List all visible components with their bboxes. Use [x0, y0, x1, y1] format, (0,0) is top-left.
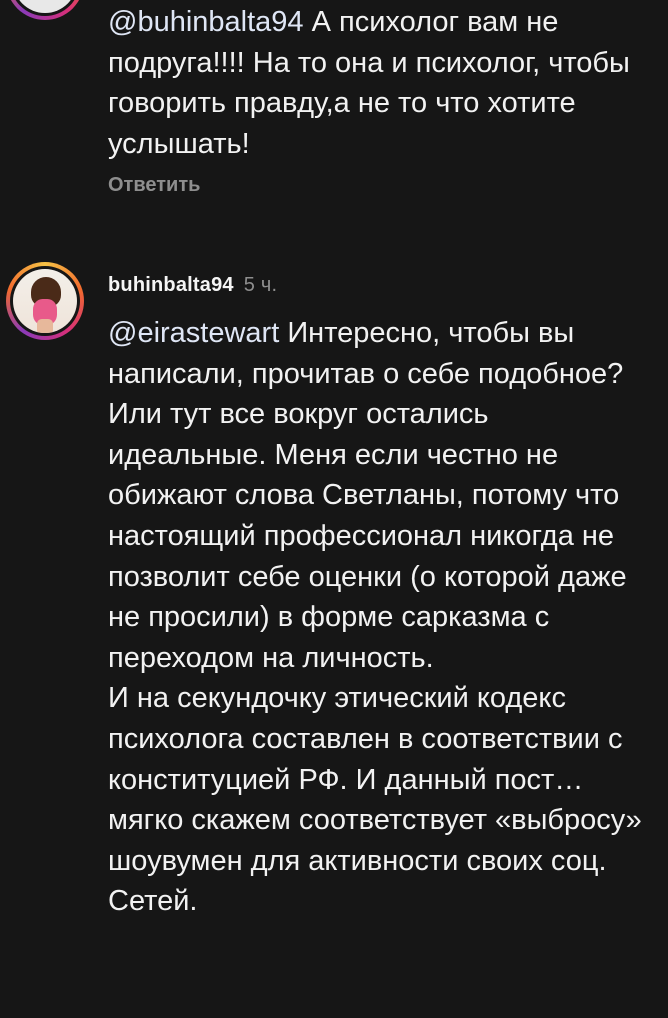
avatar-border	[10, 0, 80, 16]
avatar-border	[10, 266, 80, 336]
avatar-photo	[13, 0, 77, 13]
mention-link[interactable]: @eirastewart	[108, 317, 279, 349]
comment-body: Интересно, чтобы вы написали, прочитав о…	[108, 317, 642, 918]
username-text[interactable]: buhinbalta94	[108, 274, 234, 296]
comment-timestamp: 5 ч.	[243, 274, 278, 296]
avatar[interactable]	[6, 262, 84, 340]
comment-text: @buhinbalta94 А психолог вам не подруга!…	[108, 2, 653, 164]
comment-text: @eirastewart Интересно, чтобы вы написал…	[108, 313, 653, 922]
reply-button[interactable]: Ответить	[108, 174, 200, 197]
avatar-photo	[13, 269, 77, 333]
comment-username[interactable]: buhinbalta94 5 ч.	[108, 274, 277, 297]
avatar[interactable]	[6, 0, 84, 20]
mention-link[interactable]: @buhinbalta94	[108, 6, 304, 38]
